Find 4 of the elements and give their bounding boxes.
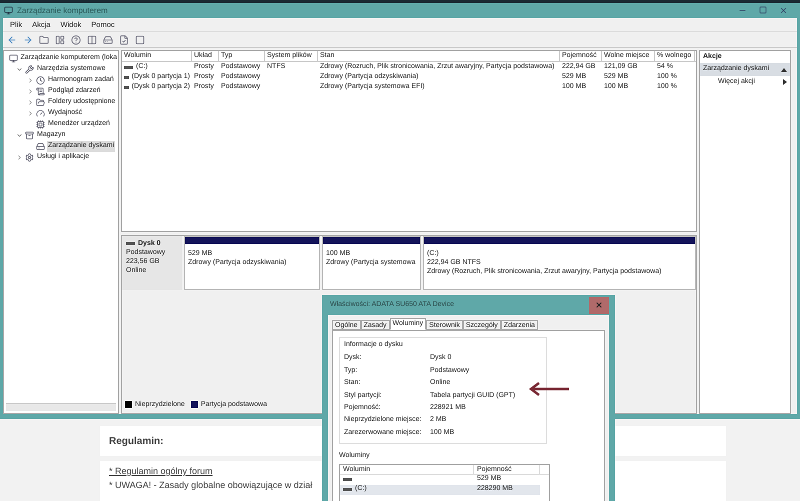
section-heading: Regulamin: <box>109 434 164 448</box>
window-title: Zarządzanie komputerem <box>17 4 108 16</box>
rules-link[interactable]: * Regulamin ogólny forum <box>109 466 213 476</box>
rules-text: * UWAGA! - Zasady globalne obowiązujące w dział <box>109 480 312 490</box>
